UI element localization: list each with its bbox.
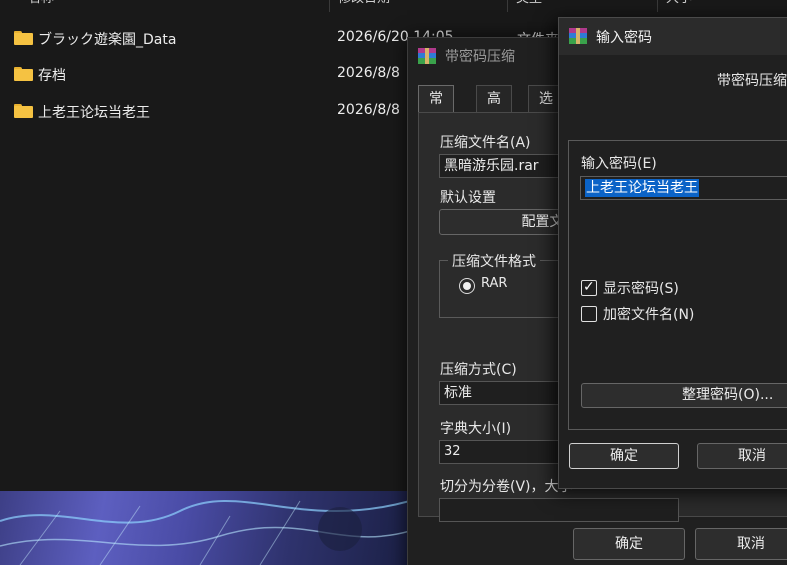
file-row[interactable]: 上老王论坛当老王 2026/8/8 (0, 93, 410, 129)
organize-passwords-button[interactable]: 整理密码(O)... (581, 383, 787, 408)
checkmark-icon: ✓ (583, 279, 595, 295)
password-dialog: 输入密码 带密码压缩 输入密码(E) 上老王论坛当老王 ✓ 显示密码(S) 加密… (558, 17, 787, 489)
compress-dialog-title: 带密码压缩 (445, 49, 515, 65)
password-cancel-button[interactable]: 取消 (697, 443, 787, 469)
encrypt-filenames-label: 加密文件名(N) (603, 307, 695, 323)
folder-icon (14, 67, 33, 81)
archive-name-label: 压缩文件名(A) (440, 135, 531, 151)
show-password-label: 显示密码(S) (603, 281, 679, 297)
compress-ok-button[interactable]: 确定 (573, 528, 685, 560)
winrar-icon (569, 28, 587, 44)
tab-advanced[interactable]: 高级 (476, 85, 512, 133)
desktop-wallpaper (0, 491, 410, 565)
file-name: 存档 (38, 68, 66, 84)
file-row[interactable]: ブラック遊楽園_Data 2026/6/20 14:05 文件夹 (0, 20, 559, 56)
folder-icon (14, 104, 33, 118)
file-name: 上老王论坛当老王 (38, 105, 150, 121)
file-date: 2026/8/8 (337, 65, 400, 81)
column-date[interactable]: 修改日期 (329, 0, 508, 12)
compression-method-label: 压缩方式(C) (440, 362, 517, 378)
column-type[interactable]: 类型 (507, 0, 656, 12)
dictionary-size-label: 字典大小(I) (440, 421, 512, 437)
archive-format-label: 压缩文件格式 (448, 251, 540, 271)
file-row[interactable]: 存档 2026/8/8 (0, 56, 410, 92)
enter-password-label: 输入密码(E) (581, 156, 657, 172)
column-size[interactable]: 大小 (657, 0, 786, 12)
wallpaper-art (0, 500, 410, 565)
format-rar-radio[interactable] (459, 278, 475, 294)
tab-general[interactable]: 常规 (418, 85, 454, 133)
file-name: ブラック遊楽園_Data (38, 32, 177, 48)
password-dialog-titlebar[interactable]: 输入密码 (559, 18, 787, 55)
password-dialog-title: 输入密码 (596, 30, 652, 46)
compress-cancel-button[interactable]: 取消 (695, 528, 787, 560)
encrypt-filenames-checkbox[interactable] (581, 306, 597, 322)
password-ok-button[interactable]: 确定 (569, 443, 679, 469)
column-name[interactable]: 名称 (14, 0, 328, 12)
password-input[interactable]: 上老王论坛当老王 (580, 176, 787, 200)
screen: 名称 修改日期 类型 大小 ブラック遊楽園_Data 2026/6/20 14:… (0, 0, 787, 565)
file-date: 2026/8/8 (337, 102, 400, 118)
folder-icon (14, 31, 33, 45)
password-value: 上老王论坛当老王 (585, 179, 699, 197)
show-password-checkbox[interactable]: ✓ (581, 279, 597, 296)
password-dialog-header: 带密码压缩 (717, 73, 787, 89)
default-settings-label: 默认设置 (440, 190, 496, 206)
winrar-icon (418, 48, 436, 64)
split-volumes-select[interactable] (439, 498, 679, 522)
split-volumes-label: 切分为分卷(V)，大小 (440, 479, 573, 495)
format-rar-label: RAR (481, 276, 508, 291)
